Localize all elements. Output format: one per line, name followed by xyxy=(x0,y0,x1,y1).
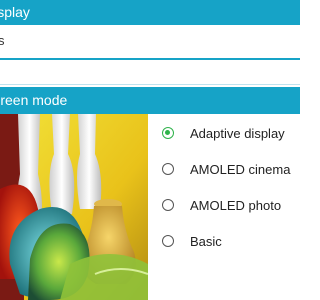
option-label: Adaptive display xyxy=(190,126,285,141)
preview-image xyxy=(0,114,148,300)
radio-unchecked-icon[interactable] xyxy=(162,235,174,247)
display-header: Display xyxy=(0,0,300,25)
text-field-value: s xyxy=(0,33,5,48)
option-label: AMOLED photo xyxy=(190,198,282,213)
option-adaptive-display[interactable]: Adaptive display xyxy=(152,116,300,152)
option-amoled-photo[interactable]: AMOLED photo xyxy=(152,188,300,224)
radio-unchecked-icon[interactable] xyxy=(162,199,174,211)
option-amoled-cinema[interactable]: AMOLED cinema xyxy=(152,152,300,188)
divider xyxy=(0,84,300,85)
screen-mode-options: Adaptive display AMOLED cinema AMOLED ph… xyxy=(152,114,300,300)
display-header-title: Display xyxy=(0,4,30,20)
text-field[interactable]: s xyxy=(0,25,300,60)
radio-checked-icon[interactable] xyxy=(162,127,174,139)
field-underline xyxy=(0,58,300,60)
screen-mode-header: Screen mode xyxy=(0,87,300,114)
option-basic[interactable]: Basic xyxy=(152,224,300,260)
screen-mode-header-title: Screen mode xyxy=(0,92,68,108)
option-label: AMOLED cinema xyxy=(190,162,291,177)
option-label: Basic xyxy=(190,234,222,249)
radio-unchecked-icon[interactable] xyxy=(162,163,174,175)
